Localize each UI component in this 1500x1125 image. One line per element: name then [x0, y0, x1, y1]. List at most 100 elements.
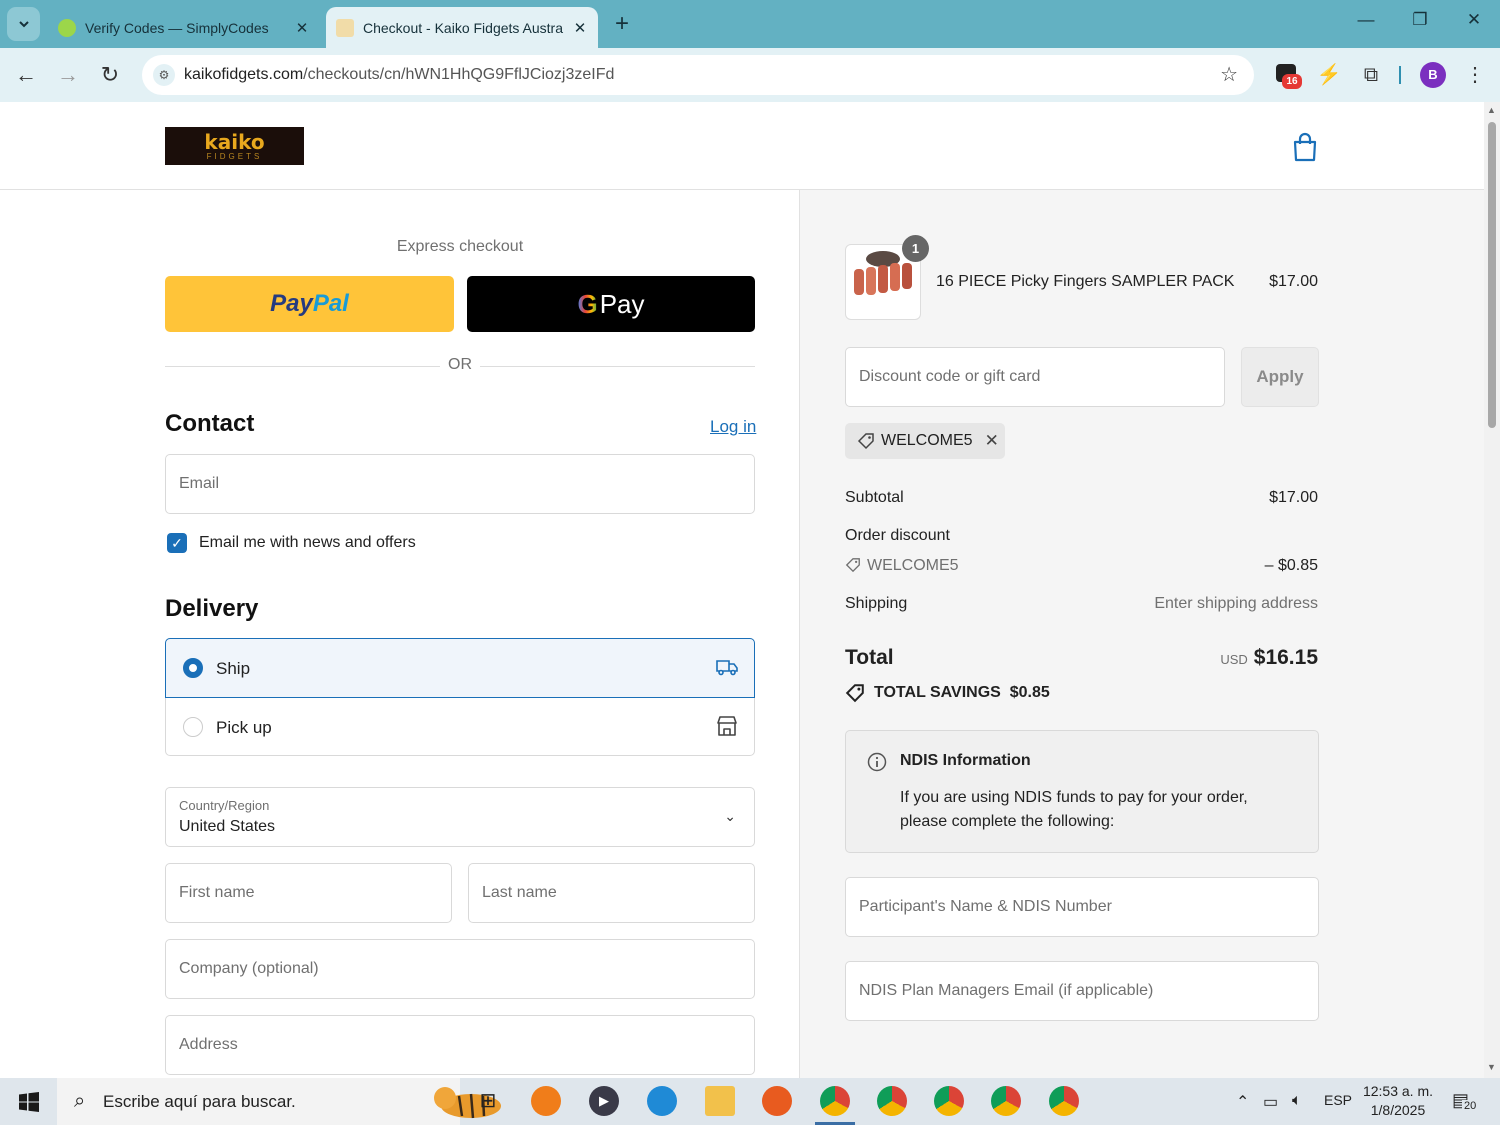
quantity-badge: 1: [902, 235, 929, 262]
site-info-icon[interactable]: ⚙: [153, 64, 175, 86]
chrome-profile-a-icon[interactable]: [934, 1086, 964, 1116]
log-in-link[interactable]: Log in: [710, 417, 756, 437]
reload-button[interactable]: ↻: [92, 57, 128, 93]
currency-code: USD: [1220, 652, 1248, 667]
kaiko-logo[interactable]: kaiko FIDGETS: [165, 127, 304, 165]
total-amount: USD $16.15: [1118, 646, 1318, 670]
restore-button[interactable]: ❐: [1400, 10, 1440, 38]
file-explorer-icon[interactable]: [705, 1086, 735, 1116]
last-name-field[interactable]: Last name: [468, 863, 755, 923]
address-bar[interactable]: ⚙ kaikofidgets.com/checkouts/cn/hWN1HhQG…: [142, 55, 1254, 95]
tag-icon: [845, 558, 860, 573]
taskbar-search[interactable]: ⌕ Escribe aquí para buscar.: [57, 1078, 501, 1125]
pickup-radio[interactable]: [183, 717, 203, 737]
google-g-icon: G: [577, 288, 598, 319]
product-name: 16 PIECE Picky Fingers SAMPLER PACK: [936, 273, 1235, 290]
order-summary: 1 16 PIECE Picky Fingers SAMPLER PACK $1…: [800, 190, 1484, 1078]
delivery-option-pickup[interactable]: Pick up: [165, 698, 755, 756]
bookmark-star-icon[interactable]: ☆: [1220, 62, 1238, 87]
ndis-participant-field[interactable]: Participant's Name & NDIS Number: [845, 877, 1319, 937]
applied-discount-chip: WELCOME5 ✕: [845, 423, 1005, 459]
close-window-button[interactable]: ✕: [1454, 10, 1494, 38]
ship-radio[interactable]: [183, 658, 203, 678]
task-view-icon[interactable]: ⊞: [473, 1086, 503, 1116]
chrome-profile-v2-icon[interactable]: [991, 1086, 1021, 1116]
subtotal-value: $17.00: [1269, 489, 1318, 506]
fl-studio-icon[interactable]: [531, 1086, 561, 1116]
media-player-icon[interactable]: ▶: [589, 1086, 619, 1116]
order-discount-label: Order discount: [845, 527, 950, 544]
ndis-manager-email-field[interactable]: NDIS Plan Managers Email (if applicable): [845, 961, 1319, 1021]
company-field[interactable]: Company (optional): [165, 939, 755, 999]
forward-button[interactable]: →: [50, 57, 86, 93]
profile-avatar[interactable]: B: [1420, 62, 1446, 88]
paypal-button[interactable]: Pay Pal: [165, 276, 454, 332]
firefox-icon[interactable]: [762, 1086, 792, 1116]
delivery-option-ship[interactable]: Ship: [165, 638, 755, 698]
shipping-label: Shipping: [845, 595, 908, 612]
truck-icon: [716, 660, 738, 676]
language-indicator[interactable]: ESP: [1324, 1092, 1352, 1108]
total-savings: TOTAL SAVINGS $0.85: [874, 684, 1050, 701]
discount-code-label: WELCOME5: [867, 557, 959, 574]
simplycodes-favicon-icon: [58, 18, 76, 37]
tab-simplycodes[interactable]: Verify Codes — SimplyCodes ✕: [48, 7, 320, 48]
chevron-down-icon: [18, 21, 29, 28]
close-tab-icon[interactable]: ✕: [568, 19, 592, 37]
contact-heading: Contact: [165, 410, 255, 437]
savings-tag-icon: [845, 684, 864, 703]
first-name-field[interactable]: First name: [165, 863, 452, 923]
discount-code-field[interactable]: Discount code or gift card: [845, 347, 1225, 407]
extension-badge: 16: [1282, 74, 1302, 89]
shipping-value: Enter shipping address: [1154, 595, 1318, 612]
tab-search-button[interactable]: [7, 7, 40, 41]
discount-value: – $0.85: [1264, 557, 1318, 574]
country-select[interactable]: Country/Region United States ⌄: [165, 787, 755, 847]
new-tab-button[interactable]: +: [609, 10, 635, 38]
address-field[interactable]: Address: [165, 1015, 755, 1075]
scrollbar-thumb[interactable]: [1488, 122, 1496, 428]
email-field[interactable]: Email: [165, 454, 755, 514]
kaiko-favicon-icon: [336, 18, 354, 37]
start-button[interactable]: [0, 1078, 57, 1125]
browser-toolbar: ← → ↻ ⚙ kaikofidgets.com/checkouts/cn/hW…: [0, 48, 1500, 102]
clock[interactable]: 12:53 a. m. 1/8/2025: [1354, 1082, 1442, 1120]
tag-icon: [857, 433, 874, 450]
google-pay-button[interactable]: G Pay: [467, 276, 755, 332]
pickup-label: Pick up: [216, 718, 272, 737]
store-header: kaiko FIDGETS: [0, 102, 1484, 190]
volume-icon[interactable]: 🔈︎: [1292, 1092, 1302, 1110]
tab-title: Verify Codes — SimplyCodes: [85, 19, 269, 36]
store-icon: [717, 716, 737, 736]
remove-discount-icon[interactable]: ✕: [985, 431, 999, 451]
scroll-up-arrow-icon[interactable]: ▲: [1487, 105, 1496, 115]
network-icon[interactable]: ▭: [1263, 1092, 1278, 1112]
product-price: $17.00: [1269, 273, 1318, 290]
chrome-profile-g-icon[interactable]: [1049, 1086, 1079, 1116]
browser-menu-icon[interactable]: ⋮: [1462, 62, 1488, 88]
search-icon: ⌕: [74, 1090, 86, 1112]
applied-code-label: WELCOME5: [881, 432, 973, 449]
show-hidden-icons-icon[interactable]: ⌃: [1236, 1092, 1249, 1112]
page-scrollbar[interactable]: ▲ ▼: [1484, 102, 1500, 1078]
delivery-heading: Delivery: [165, 595, 259, 622]
total-label: Total: [845, 646, 894, 669]
minimize-button[interactable]: —: [1346, 10, 1386, 38]
email-news-checkbox[interactable]: ✓: [167, 533, 187, 553]
ndis-text: If you are using NDIS funds to pay for y…: [900, 789, 1248, 830]
tab-checkout[interactable]: Checkout - Kaiko Fidgets Austra ✕: [326, 7, 598, 48]
extensions-puzzle-icon[interactable]: ⧉: [1358, 62, 1384, 88]
apply-button[interactable]: Apply: [1241, 347, 1319, 407]
edge-icon[interactable]: [647, 1086, 677, 1116]
scroll-down-arrow-icon[interactable]: ▼: [1487, 1062, 1496, 1072]
close-tab-icon[interactable]: ✕: [290, 19, 314, 37]
back-button[interactable]: ←: [8, 57, 44, 93]
lightning-extension-icon[interactable]: ⚡: [1316, 62, 1342, 88]
chevron-down-icon: ⌄: [724, 808, 736, 824]
shopping-bag-icon[interactable]: [1292, 132, 1318, 162]
extension-icon[interactable]: 16: [1276, 62, 1302, 89]
chrome-profile-v-icon[interactable]: [877, 1086, 907, 1116]
express-checkout-label: Express checkout: [396, 238, 524, 255]
chrome-profile-b-icon[interactable]: [820, 1086, 850, 1116]
browser-tab-strip: Verify Codes — SimplyCodes ✕ Checkout - …: [0, 0, 1500, 48]
